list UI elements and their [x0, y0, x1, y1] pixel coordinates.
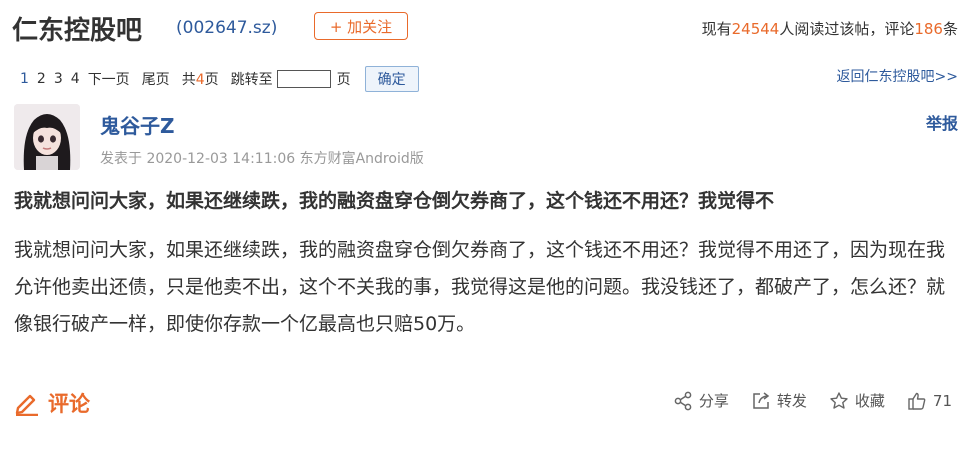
forward-icon — [753, 391, 770, 409]
collect-label: 收藏 — [854, 392, 885, 410]
total-prefix: 共 — [181, 72, 196, 88]
total-suffix: 页 — [204, 72, 219, 88]
avatar-image — [14, 104, 80, 170]
page-link-3[interactable]: 3 — [54, 71, 63, 87]
forward-button[interactable]: 转发 — [751, 390, 807, 411]
next-page-link[interactable]: 下一页 — [88, 69, 130, 89]
confirm-button[interactable]: 确定 — [364, 66, 419, 92]
last-page-link[interactable]: 尾页 — [142, 69, 170, 89]
share-label: 分享 — [698, 392, 729, 410]
post-meta: 发表于 2020-12-03 14:11:06 东方财富Android版 — [100, 151, 424, 167]
post-body: 我就想问问大家，如果还继续跌，我的融资盘穿仓倒欠券商了，这个钱还不用还？我觉得不… — [14, 239, 946, 335]
report-link[interactable]: 举报 — [926, 110, 958, 134]
stock-code: (002647.sz) — [176, 18, 278, 38]
page-unit: 页 — [336, 72, 351, 88]
back-to-forum-link[interactable]: 返回仁东控股吧>> — [837, 66, 958, 86]
like-count: 71 — [932, 391, 952, 410]
comment-count: 186 — [914, 20, 943, 38]
thumbs-up-icon — [908, 392, 926, 410]
comment-label: 评论 — [48, 392, 90, 416]
post-title: 我就想问问大家，如果还继续跌，我的融资盘穿仓倒欠券商了，这个钱还不用还？我觉得不 — [14, 190, 775, 212]
stats-prefix: 现有 — [701, 20, 732, 38]
jump-page-input[interactable] — [276, 70, 331, 88]
avatar[interactable] — [14, 104, 80, 170]
page-link-4[interactable]: 4 — [71, 71, 80, 87]
star-icon — [830, 391, 848, 409]
share-button[interactable]: 分享 — [673, 390, 729, 411]
pencil-icon — [15, 394, 38, 416]
stats-suffix: 条 — [942, 20, 958, 38]
follow-label: + 加关注 — [329, 17, 393, 36]
post-actions: 分享 转发 收藏 71 — [673, 390, 952, 411]
comment-button[interactable]: 评论 — [14, 388, 90, 418]
share-icon — [674, 391, 692, 410]
like-button[interactable]: 71 — [907, 391, 952, 411]
stats-mid: 人阅读过该帖，评论 — [779, 20, 915, 38]
page-link-2[interactable]: 2 — [37, 71, 46, 87]
follow-button[interactable]: + 加关注 — [314, 12, 408, 40]
forward-label: 转发 — [776, 392, 807, 410]
collect-button[interactable]: 收藏 — [829, 390, 885, 411]
username[interactable]: 鬼谷子Z — [100, 110, 175, 139]
reader-count: 24544 — [731, 20, 780, 38]
total-num: 4 — [195, 72, 205, 88]
page-link-1[interactable]: 1 — [20, 71, 29, 87]
pagination: 1 2 3 4 下一页 尾页 共4页 跳转至 页 确定 — [20, 66, 419, 92]
post-stats: 现有24544人阅读过该帖，评论186条 — [702, 18, 958, 39]
jump-label: 跳转至 — [230, 72, 273, 88]
forum-title[interactable]: 仁东控股吧 — [12, 10, 142, 47]
total-pages: 共4页 — [182, 69, 219, 89]
